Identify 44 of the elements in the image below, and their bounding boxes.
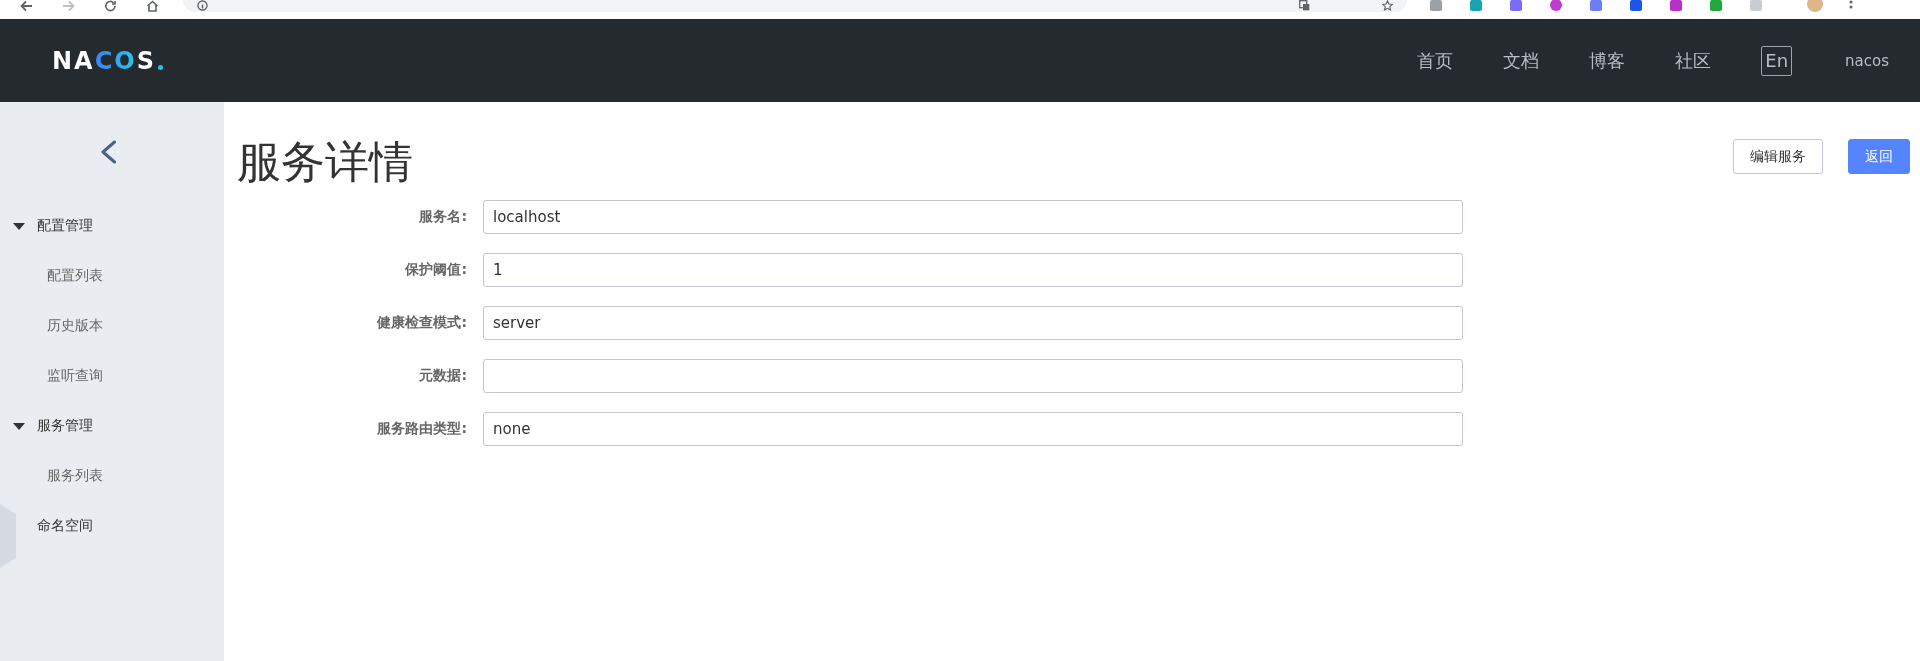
submenu-item[interactable]: 配置列表 bbox=[47, 267, 103, 285]
tile-icon[interactable] bbox=[1429, 0, 1443, 12]
input-field[interactable]: server bbox=[483, 306, 1463, 340]
nav-link[interactable]: 社区 bbox=[1675, 48, 1712, 73]
submenu-item[interactable]: 监听查询 bbox=[47, 367, 103, 385]
edit-service-button[interactable]: 编辑服务 bbox=[1733, 139, 1823, 174]
back-arrow-icon[interactable] bbox=[20, 0, 33, 12]
submenu-item[interactable]: 历史版本 bbox=[47, 317, 103, 335]
input-field[interactable] bbox=[483, 359, 1463, 393]
nav-link[interactable]: 博客 bbox=[1589, 48, 1626, 73]
info-icon[interactable] bbox=[197, 0, 208, 11]
address-bar-field[interactable] bbox=[183, 0, 1407, 12]
menu-item[interactable]: 服务管理 bbox=[37, 417, 93, 435]
username-link[interactable]: nacos bbox=[1845, 51, 1889, 70]
input-field[interactable]: localhost bbox=[483, 200, 1463, 234]
caret-icon[interactable] bbox=[13, 222, 25, 230]
language-toggle[interactable]: En bbox=[1761, 45, 1793, 76]
tile-icon[interactable] bbox=[1589, 0, 1603, 12]
menu-item[interactable]: 配置管理 bbox=[37, 217, 93, 235]
translate-icon[interactable] bbox=[1299, 0, 1310, 11]
field-label: 服务路由类型: bbox=[377, 420, 467, 438]
field-label: 元数据: bbox=[419, 367, 467, 385]
caret-icon[interactable] bbox=[13, 422, 25, 430]
tile-icon[interactable] bbox=[1709, 0, 1723, 12]
tile-icon[interactable] bbox=[1469, 0, 1483, 12]
nav-link[interactable]: 首页 bbox=[1417, 48, 1454, 73]
dot-icon bbox=[157, 64, 163, 70]
field-label: 健康检查模式: bbox=[377, 314, 467, 332]
tile-icon[interactable] bbox=[1629, 0, 1643, 12]
tile-icon[interactable] bbox=[1669, 0, 1683, 12]
home-icon[interactable] bbox=[146, 0, 159, 12]
page-title: 服务详情 bbox=[237, 136, 413, 188]
chevron-left-icon[interactable] bbox=[100, 139, 117, 164]
star-icon[interactable] bbox=[1382, 0, 1393, 11]
menu-item[interactable]: 命名空间 bbox=[37, 517, 93, 535]
field-label: 保护阈值: bbox=[405, 261, 467, 279]
submenu-item[interactable]: 服务列表 bbox=[47, 467, 103, 485]
tile-icon[interactable] bbox=[1749, 0, 1763, 12]
input-field[interactable]: none bbox=[483, 412, 1463, 446]
tile-icon[interactable] bbox=[1509, 0, 1523, 12]
nav-link[interactable]: 文档 bbox=[1503, 48, 1540, 73]
field-label: 服务名: bbox=[419, 208, 467, 226]
reload-icon[interactable] bbox=[104, 0, 117, 12]
input-field[interactable]: 1 bbox=[483, 253, 1463, 287]
